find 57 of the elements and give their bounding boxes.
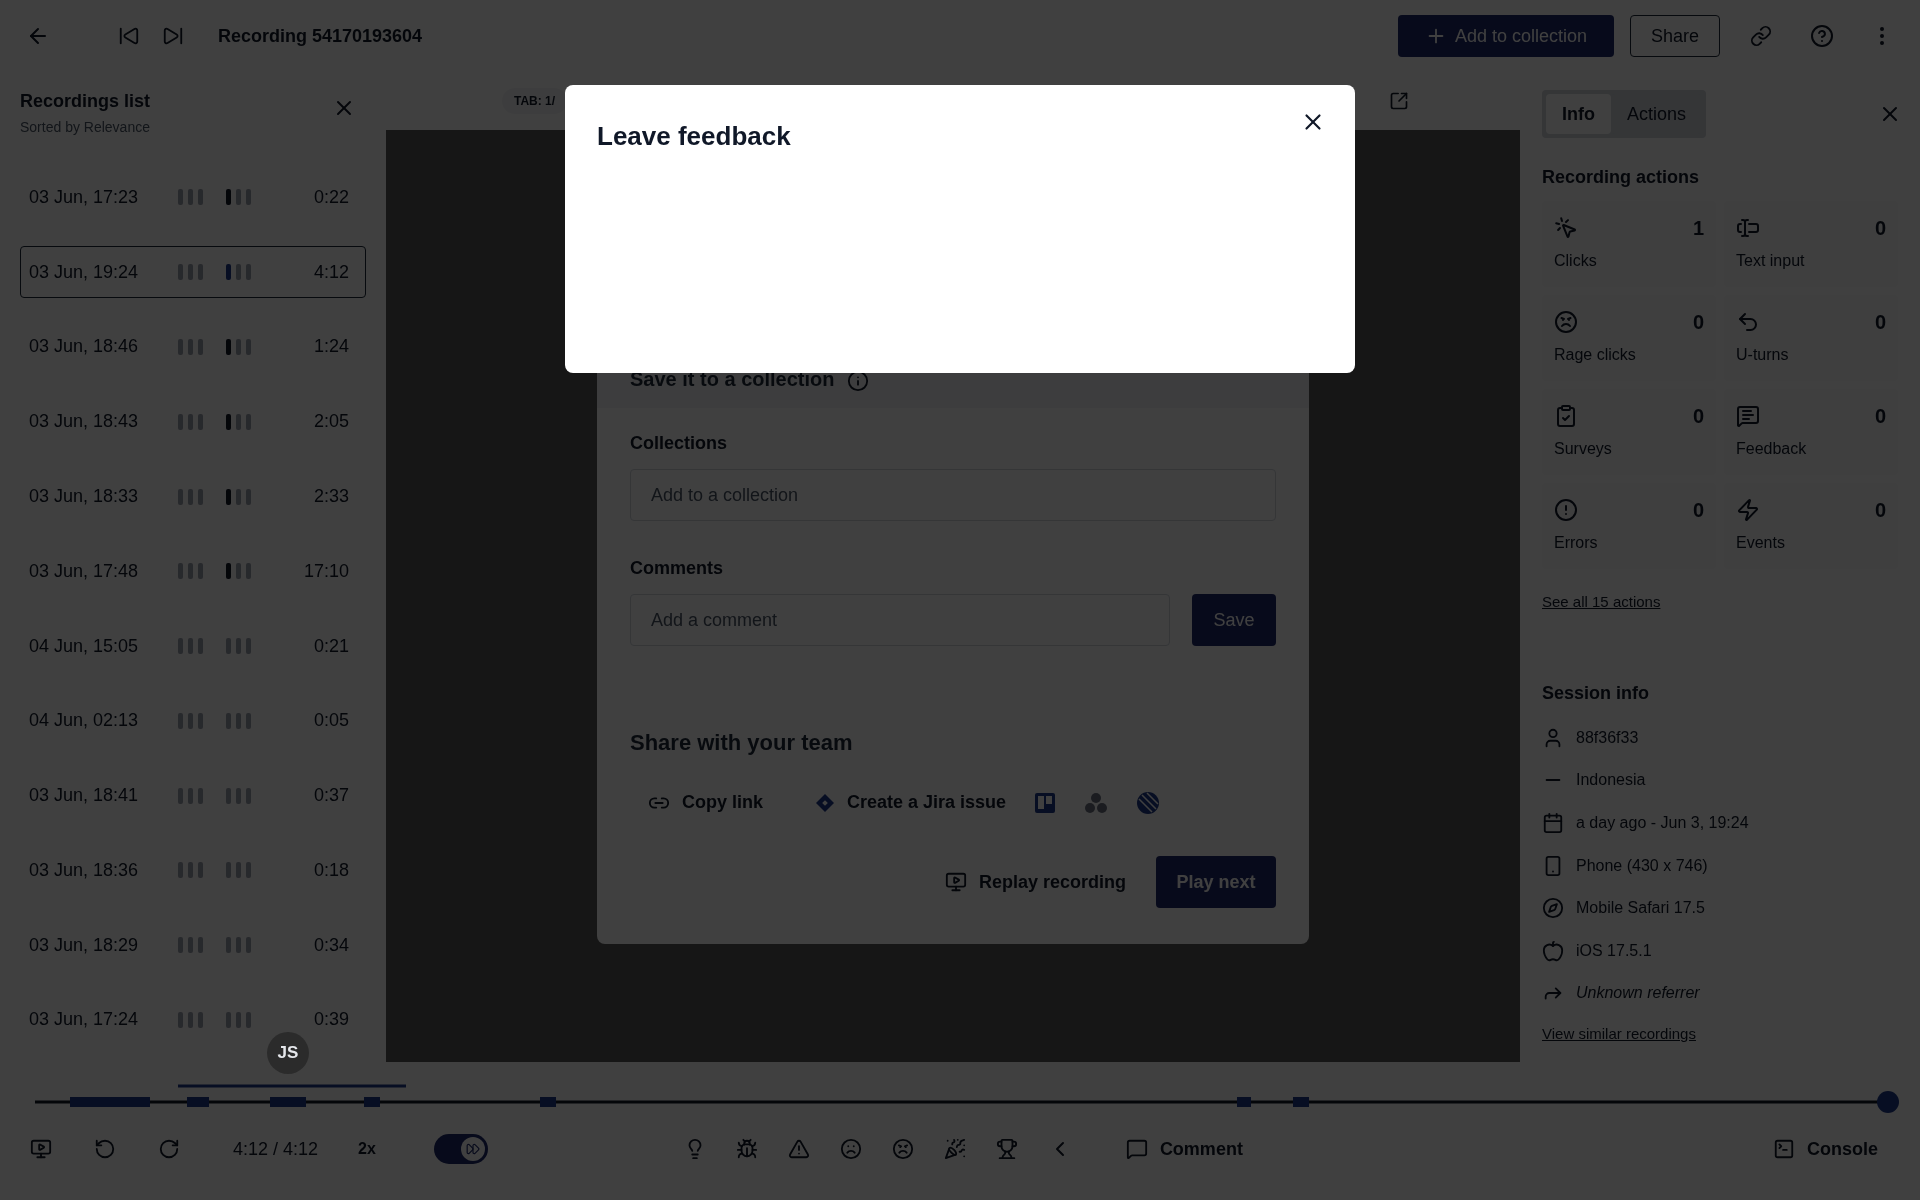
recording-duration: 1:24: [312, 335, 350, 359]
recording-date: 03 Jun, 17:24: [29, 1008, 140, 1032]
section-title: Recording actions: [1542, 166, 1701, 189]
field-label: Collections: [630, 432, 728, 455]
action-label: Surveys: [1554, 439, 1613, 459]
recording-duration: 0:18: [312, 858, 350, 882]
action-label: U-turns: [1736, 345, 1790, 365]
recording-date: 03 Jun, 17:48: [29, 559, 140, 583]
recording-duration: 0:34: [312, 933, 350, 957]
section-title: Share with your team: [630, 729, 854, 757]
speed-button[interactable]: 2x: [358, 1137, 376, 1161]
action-count: 0: [1874, 216, 1886, 241]
recording-duration: 0:22: [312, 185, 350, 209]
recording-date: 03 Jun, 17:23: [29, 185, 140, 209]
recording-duration: 0:05: [312, 709, 350, 733]
dialog-title: Leave feedback: [597, 120, 791, 153]
action-label: Errors: [1554, 533, 1599, 553]
section-title: Session info: [1542, 681, 1650, 705]
playback-time: 4:12 / 4:12: [233, 1137, 319, 1161]
recording-date: 03 Jun, 18:43: [29, 410, 140, 434]
action-count: 0: [1692, 404, 1704, 429]
recording-date: 03 Jun, 18:46: [29, 335, 140, 359]
recording-duration: 2:33: [312, 485, 350, 508]
recording-duration: 0:21: [312, 634, 350, 658]
recording-title: Recording 54170193604: [218, 24, 423, 48]
recording-duration: 2:05: [312, 410, 350, 434]
action-count: 0: [1874, 498, 1886, 523]
recording-date: 03 Jun, 18:33: [29, 485, 140, 508]
action-label: Rage clicks: [1554, 345, 1637, 365]
action-count: 0: [1692, 310, 1704, 335]
action-label: Clicks: [1554, 251, 1598, 271]
action-count: 0: [1874, 310, 1886, 335]
recording-duration: 4:12: [312, 260, 350, 284]
session-info-text: Unknown referrer: [1576, 983, 1700, 1004]
field-label: Comments: [630, 557, 724, 580]
recording-date: 03 Jun, 19:24: [29, 260, 140, 284]
session-info-text: Mobile Safari 17.5: [1576, 898, 1705, 919]
action-label: Text input: [1736, 251, 1806, 271]
recording-date: 04 Jun, 15:05: [29, 634, 140, 658]
session-info-text: iOS 17.5.1: [1576, 940, 1652, 961]
session-info-text: a day ago - Jun 3, 19:24: [1576, 813, 1749, 833]
recordings-list-title: Recordings list: [20, 90, 151, 113]
recording-date: 03 Jun, 18:29: [29, 933, 140, 957]
recording-date: 03 Jun, 18:36: [29, 858, 140, 882]
recording-duration: 17:10: [302, 559, 350, 583]
session-info-text: Indonesia: [1576, 770, 1646, 791]
session-info-text: 88f36f33: [1576, 727, 1639, 748]
recording-duration: 0:39: [312, 1008, 350, 1032]
recording-date: 03 Jun, 18:41: [29, 784, 140, 808]
action-label: Events: [1736, 533, 1786, 553]
action-count: 0: [1692, 498, 1704, 523]
session-info-text: Phone (430 x 746): [1576, 855, 1708, 876]
action-count: 1: [1692, 216, 1704, 241]
action-count: 0: [1874, 404, 1886, 429]
recording-date: 04 Jun, 02:13: [29, 709, 140, 733]
recording-duration: 0:37: [312, 784, 350, 808]
action-label: Feedback: [1736, 439, 1808, 459]
